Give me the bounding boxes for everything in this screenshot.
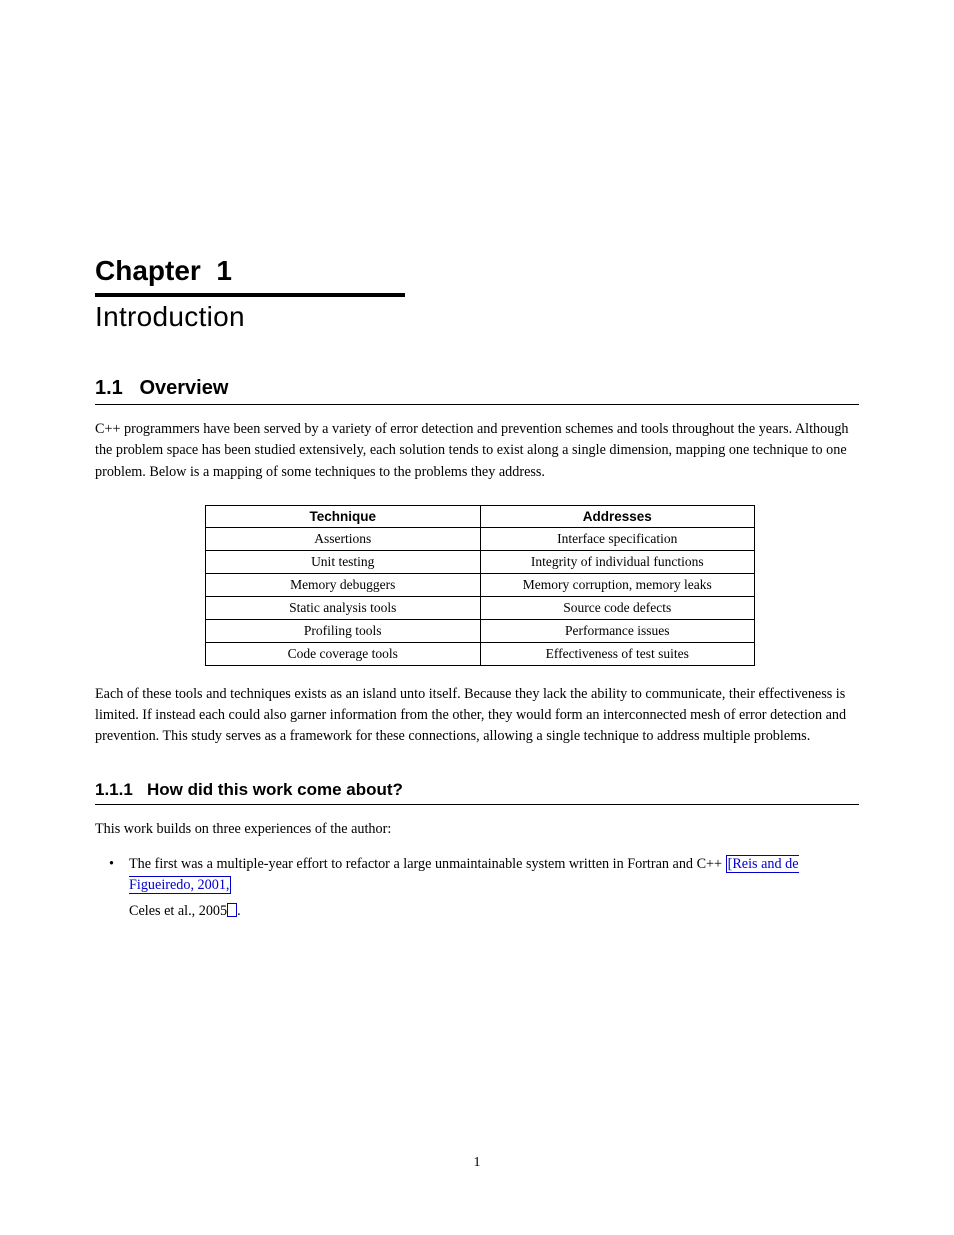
table-row: Memory debuggers Memory corruption, memo… [206,573,755,596]
chapter-title: Introduction [95,301,859,333]
table-cell: Integrity of individual functions [480,550,755,573]
table-cell: Effectiveness of test suites [480,642,755,665]
table-cell: Unit testing [206,550,481,573]
table-cell: Profiling tools [206,619,481,642]
table-row: Code coverage tools Effectiveness of tes… [206,642,755,665]
subsection-intro: This work builds on three experiences of… [95,819,859,840]
table-row: Unit testing Integrity of individual fun… [206,550,755,573]
technique-table: Technique Addresses Assertions Interface… [205,505,755,666]
table-header-row: Technique Addresses [206,505,755,527]
table-cell: Performance issues [480,619,755,642]
table-header-technique: Technique [206,505,481,527]
table-cell: Assertions [206,527,481,550]
subsection-heading: 1.1.1 How did this work come about? [95,780,859,800]
bullet-text: The first was a multiple-year effort to … [129,854,859,897]
section-rule [95,404,859,405]
chapter-label: Chapter 1 [95,255,859,287]
table-header-addresses: Addresses [480,505,755,527]
table-cell: Static analysis tools [206,596,481,619]
chapter-rule [95,293,405,297]
citation-link-2[interactable] [227,903,237,917]
bullet-marker: • [95,854,129,897]
table-row: Static analysis tools Source code defect… [206,596,755,619]
table-cell: Memory corruption, memory leaks [480,573,755,596]
table-row: Profiling tools Performance issues [206,619,755,642]
table-cell: Interface specification [480,527,755,550]
bullet-item-1-cont: Celes et al., 2005. [95,901,859,922]
bullet-text-cont: Celes et al., 2005. [129,901,859,922]
overview-para-2: Each of these tools and techniques exist… [95,684,859,748]
table-row: Assertions Interface specification [206,527,755,550]
bullet-item-1: • The first was a multiple-year effort t… [95,854,859,897]
table-cell: Memory debuggers [206,573,481,596]
subsection-rule [95,804,859,805]
table-cell: Source code defects [480,596,755,619]
section-heading-overview: 1.1 Overview [95,377,859,400]
table-cell: Code coverage tools [206,642,481,665]
overview-para-1: C++ programmers have been served by a va… [95,419,859,483]
page-number: 1 [0,1155,954,1171]
